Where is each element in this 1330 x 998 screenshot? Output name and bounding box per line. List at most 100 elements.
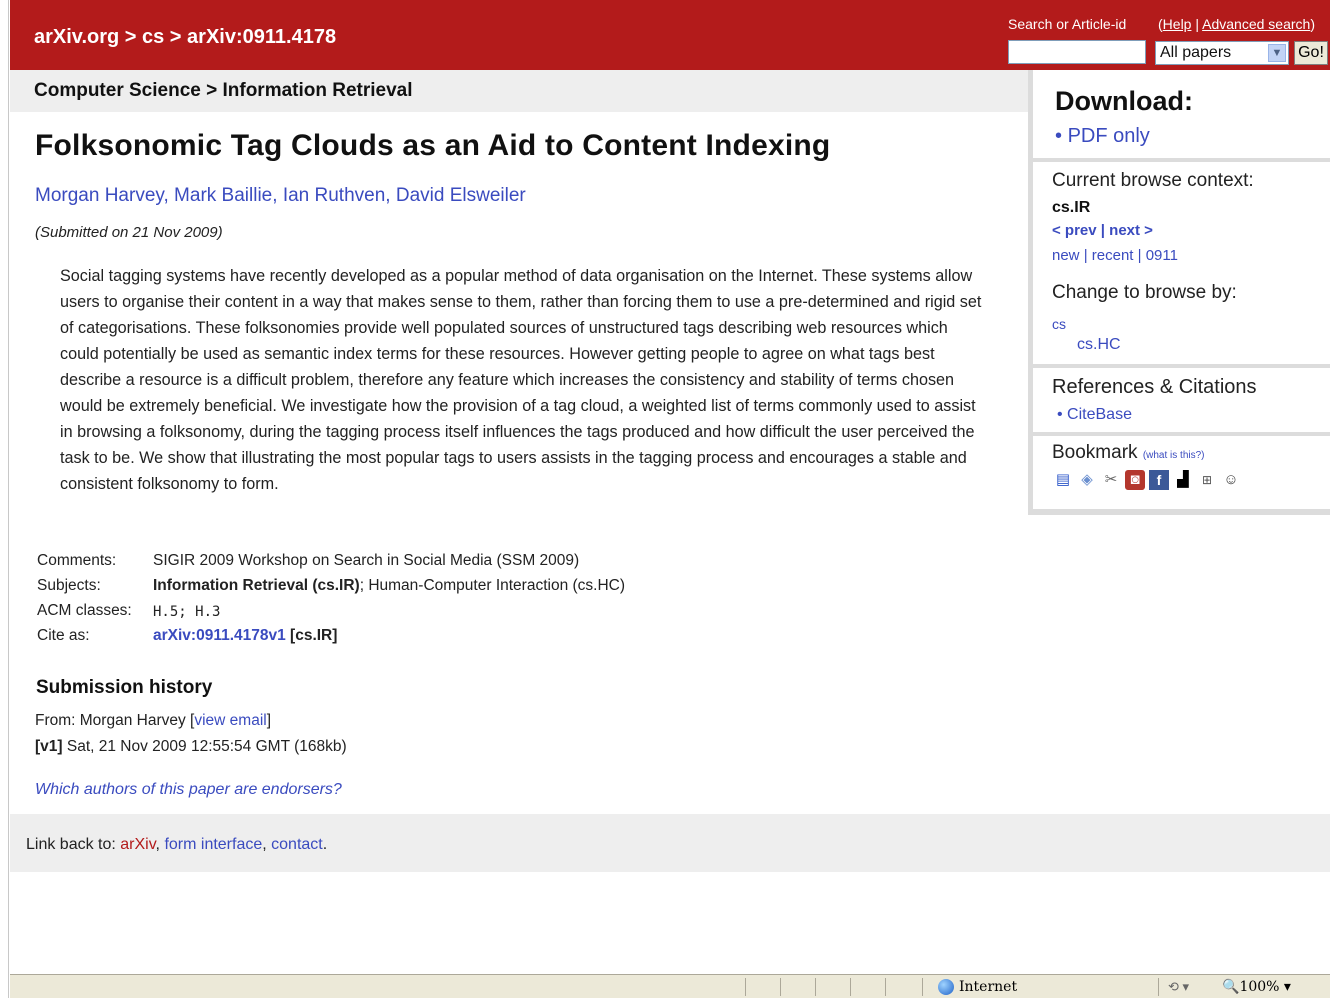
footer-form-link[interactable]: form interface bbox=[164, 836, 262, 853]
cite-value: arXiv:0911.4178v1 [cs.IR] bbox=[153, 627, 337, 645]
footer-arxiv-link[interactable]: arXiv bbox=[120, 836, 155, 853]
primary-subject: Information Retrieval (cs.IR) bbox=[153, 577, 360, 594]
bibsonomy-icon[interactable]: ✂ bbox=[1101, 470, 1121, 490]
zoom-control[interactable]: 🔍100% ▾ bbox=[1222, 979, 1291, 995]
author-link[interactable]: Ian Ruthven bbox=[283, 185, 385, 206]
footer-links: Link back to: arXiv, form interface, con… bbox=[26, 836, 328, 853]
facebook-icon[interactable]: f bbox=[1149, 470, 1169, 490]
browse-cs-link[interactable]: cs bbox=[1052, 316, 1066, 332]
acm-value: H.5; H.3 bbox=[153, 604, 221, 620]
subject-bar: Computer Science > Information Retrieval bbox=[10, 70, 1028, 112]
new-link[interactable]: new bbox=[1052, 247, 1080, 264]
endorsers-link[interactable]: Which authors of this paper are endorser… bbox=[35, 781, 342, 799]
download-box: Download: • PDF only bbox=[1033, 70, 1330, 158]
prev-next-links: < prev | next > bbox=[1052, 222, 1153, 239]
citebase-link[interactable]: • CiteBase bbox=[1057, 406, 1132, 424]
site-header: arXiv.org > cs > arXiv:0911.4178 Search … bbox=[10, 0, 1330, 70]
citebase-label[interactable]: CiteBase bbox=[1067, 406, 1132, 423]
author-list: Morgan Harvey, Mark Baillie, Ian Ruthven… bbox=[35, 185, 526, 206]
security-zone: Internet bbox=[938, 979, 1017, 995]
pdf-link[interactable]: • PDF only bbox=[1055, 125, 1150, 148]
status-divider bbox=[815, 978, 816, 996]
references-box: References & Citations • CiteBase bbox=[1033, 368, 1330, 432]
mendeley-icon[interactable]: ◙ bbox=[1125, 470, 1145, 490]
zoom-level: 100% bbox=[1239, 979, 1280, 995]
browser-status-bar: Internet ⟲ ▾ 🔍100% ▾ bbox=[10, 974, 1330, 998]
window-left-edge bbox=[0, 0, 9, 998]
recent-link[interactable]: recent bbox=[1092, 247, 1134, 264]
browse-context-title: Current browse context: bbox=[1052, 170, 1254, 191]
author-link[interactable]: David Elsweiler bbox=[396, 185, 526, 206]
history-from-close: ] bbox=[266, 712, 272, 729]
bookmark-title: Bookmark (what is this?) bbox=[1052, 442, 1205, 464]
version-text: Sat, 21 Nov 2009 12:55:54 GMT (168kb) bbox=[62, 738, 347, 755]
help-link[interactable]: Help bbox=[1163, 16, 1192, 32]
zone-label: Internet bbox=[959, 979, 1018, 995]
browse-context-value: cs.IR bbox=[1052, 199, 1091, 216]
go-button[interactable]: Go! bbox=[1294, 41, 1328, 65]
breadcrumb[interactable]: arXiv.org > cs > arXiv:0911.4178 bbox=[34, 26, 336, 49]
delicious-icon[interactable]: ▟ bbox=[1173, 470, 1193, 490]
change-browse-title: Change to browse by: bbox=[1052, 282, 1237, 303]
footer: Link back to: arXiv, form interface, con… bbox=[10, 814, 1330, 872]
status-divider bbox=[922, 978, 923, 996]
browse-context-box: Current browse context: cs.IR < prev | n… bbox=[1033, 162, 1330, 364]
author-link[interactable]: Morgan Harvey bbox=[35, 185, 163, 206]
secondary-subjects: ; Human-Computer Interaction (cs.HC) bbox=[359, 577, 626, 594]
search-form: Search or Article-id (Help | Advanced se… bbox=[1008, 14, 1330, 68]
author-link[interactable]: Mark Baillie bbox=[174, 185, 272, 206]
status-divider bbox=[885, 978, 886, 996]
references-title: References & Citations bbox=[1052, 376, 1257, 398]
history-from: From: Morgan Harvey [view email] bbox=[35, 708, 347, 734]
advanced-search-link[interactable]: Advanced search bbox=[1202, 16, 1310, 32]
search-label: Search or Article-id bbox=[1008, 16, 1127, 32]
acm-label: ACM classes: bbox=[37, 602, 132, 619]
footer-contact-link[interactable]: contact bbox=[271, 836, 323, 853]
reddit-icon[interactable]: ☺ bbox=[1221, 470, 1241, 490]
month-link[interactable]: 0911 bbox=[1146, 247, 1178, 264]
bookmark-icons: ▤ ◈ ✂ ◙ f ▟ ⊞ ☺ bbox=[1053, 470, 1241, 490]
next-link[interactable]: next > bbox=[1109, 222, 1153, 239]
cite-link[interactable]: arXiv:0911.4178v1 bbox=[153, 627, 286, 644]
status-divider bbox=[745, 978, 746, 996]
connotea-icon[interactable]: ◈ bbox=[1077, 470, 1097, 490]
search-scope-select[interactable]: All papers ▼ bbox=[1155, 41, 1289, 65]
comments-value: SIGIR 2009 Workshop on Search in Social … bbox=[153, 552, 580, 569]
search-input[interactable] bbox=[1008, 40, 1146, 64]
search-scope-value: All papers bbox=[1160, 44, 1232, 61]
status-divider bbox=[780, 978, 781, 996]
status-divider bbox=[850, 978, 851, 996]
search-help-links: (Help | Advanced search) bbox=[1158, 16, 1315, 32]
digg-icon[interactable]: ⊞ bbox=[1197, 470, 1217, 490]
subjects-value: Information Retrieval (cs.IR); Human-Com… bbox=[153, 577, 625, 595]
help-separator: | bbox=[1191, 16, 1203, 32]
submission-date: (Submitted on 21 Nov 2009) bbox=[35, 224, 223, 241]
prev-link[interactable]: < prev bbox=[1052, 222, 1097, 239]
abstract: Social tagging systems have recently dev… bbox=[60, 267, 982, 493]
view-email-link[interactable]: view email bbox=[194, 712, 266, 729]
subject-breadcrumb: Computer Science > Information Retrieval bbox=[34, 80, 413, 101]
cite-label: Cite as: bbox=[37, 627, 90, 644]
version-tag[interactable]: [v1] bbox=[35, 738, 63, 755]
pdf-link-label[interactable]: PDF only bbox=[1068, 125, 1150, 147]
bookmark-box: Bookmark (what is this?) ▤ ◈ ✂ ◙ f ▟ ⊞ ☺ bbox=[1033, 436, 1330, 509]
globe-icon bbox=[938, 979, 954, 995]
cite-category: [cs.IR] bbox=[285, 627, 338, 644]
comments-label: Comments: bbox=[37, 552, 117, 569]
footer-prefix: Link back to: bbox=[26, 836, 121, 853]
citeulike-icon[interactable]: ▤ bbox=[1053, 470, 1073, 490]
submission-history-title: Submission history bbox=[36, 677, 213, 698]
status-divider bbox=[1158, 978, 1159, 996]
submission-history: From: Morgan Harvey [view email] [v1] Sa… bbox=[35, 708, 347, 760]
history-from-text: From: Morgan Harvey [ bbox=[35, 712, 195, 729]
recent-links: new | recent | 0911 bbox=[1052, 247, 1178, 264]
chevron-down-icon[interactable]: ▼ bbox=[1268, 44, 1286, 62]
browse-cshc-link[interactable]: cs.HC bbox=[1077, 336, 1121, 354]
bookmark-help-link[interactable]: (what is this?) bbox=[1143, 450, 1205, 461]
history-version: [v1] Sat, 21 Nov 2009 12:55:54 GMT (168k… bbox=[35, 734, 347, 760]
download-title: Download: bbox=[1055, 86, 1193, 116]
subjects-label: Subjects: bbox=[37, 577, 101, 594]
paper-title: Folksonomic Tag Clouds as an Aid to Cont… bbox=[35, 129, 831, 162]
protected-mode-icon[interactable]: ⟲ ▾ bbox=[1168, 979, 1189, 995]
sidebar: Download: • PDF only Current browse cont… bbox=[1028, 70, 1330, 515]
